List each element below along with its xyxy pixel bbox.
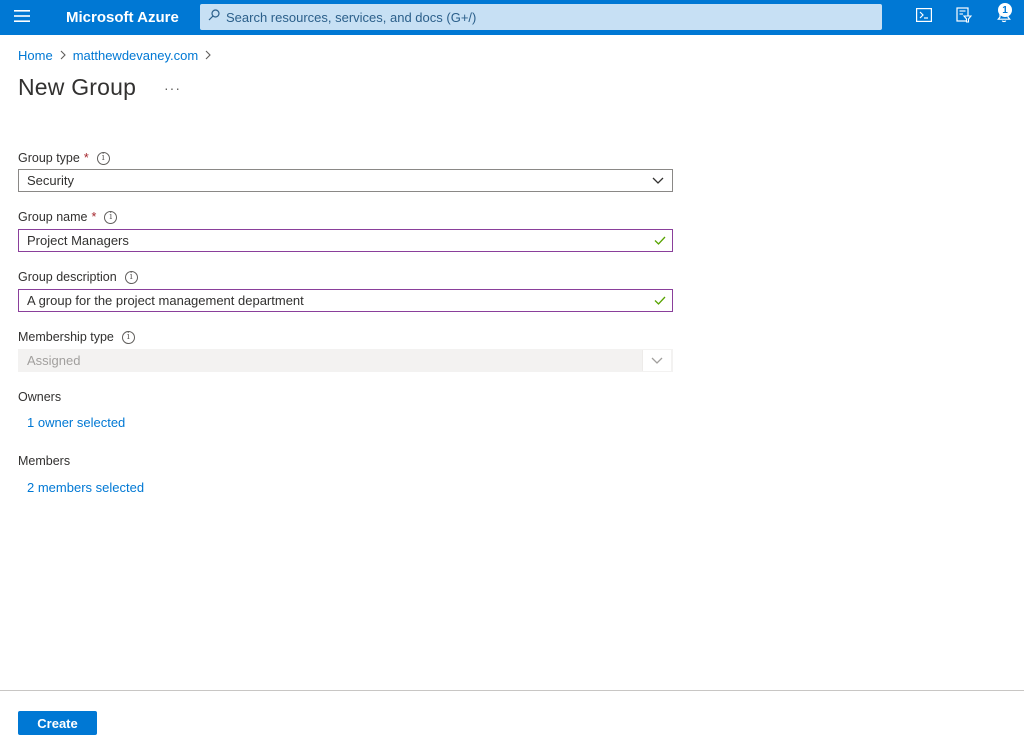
group-description-label-text: Group description (18, 270, 117, 284)
group-type-dropdown[interactable]: Security (18, 169, 673, 192)
chevron-down-icon[interactable] (644, 170, 672, 191)
more-options-button[interactable]: ··· (164, 80, 181, 96)
directory-filter-icon (956, 7, 973, 28)
required-marker: * (83, 151, 89, 165)
group-description-input[interactable]: A group for the project management depar… (18, 289, 673, 312)
group-name-value[interactable]: Project Managers (27, 233, 648, 248)
group-description-value[interactable]: A group for the project management depar… (27, 293, 648, 308)
brand-title[interactable]: Microsoft Azure (44, 9, 180, 26)
search-icon (208, 8, 220, 26)
group-type-label-text: Group type (18, 151, 80, 165)
cloud-shell-button[interactable] (904, 0, 944, 35)
group-type-value: Security (27, 173, 74, 188)
members-label: Members (18, 454, 71, 468)
info-icon[interactable]: i (104, 210, 118, 224)
group-description-label: Group description i (18, 269, 138, 285)
breadcrumb-home[interactable]: Home (18, 48, 53, 63)
breadcrumb: Home matthewdevaney.com (18, 46, 218, 64)
info-icon[interactable]: i (121, 330, 135, 344)
page-title: New Group (18, 74, 137, 100)
menu-icon (14, 9, 30, 27)
owners-selected-link[interactable]: 1 owner selected (27, 415, 125, 430)
info-icon[interactable]: i (124, 270, 138, 284)
breadcrumb-tenant[interactable]: matthewdevaney.com (73, 48, 199, 63)
group-name-label: Group name * i (18, 209, 118, 225)
footer-divider (0, 690, 1024, 691)
cloud-shell-icon (916, 8, 933, 27)
directory-filter-button[interactable] (944, 0, 984, 35)
chevron-down-icon (642, 350, 671, 371)
membership-type-label-text: Membership type (18, 330, 114, 344)
membership-type-label: Membership type i (18, 329, 135, 345)
global-search[interactable] (200, 4, 882, 30)
membership-type-value: Assigned (27, 353, 81, 368)
notifications-button[interactable]: 1 (984, 0, 1024, 35)
checkmark-icon (648, 236, 672, 245)
menu-button[interactable] (0, 0, 44, 35)
top-icons: 1 (904, 0, 1024, 35)
group-name-input[interactable]: Project Managers (18, 229, 673, 252)
create-button[interactable]: Create (18, 711, 97, 735)
top-bar: Microsoft Azure 1 (0, 0, 1024, 35)
checkmark-icon (648, 296, 672, 305)
group-name-label-text: Group name (18, 210, 88, 224)
notification-badge: 1 (998, 3, 1012, 17)
required-marker: * (91, 210, 97, 224)
info-icon[interactable]: i (96, 151, 110, 165)
chevron-right-icon (60, 50, 66, 60)
members-selected-link[interactable]: 2 members selected (27, 480, 144, 495)
search-input[interactable] (220, 4, 882, 30)
owners-label: Owners (18, 390, 62, 404)
membership-type-dropdown: Assigned (18, 349, 673, 372)
chevron-right-icon (205, 50, 211, 60)
group-type-label: Group type * i (18, 150, 110, 166)
